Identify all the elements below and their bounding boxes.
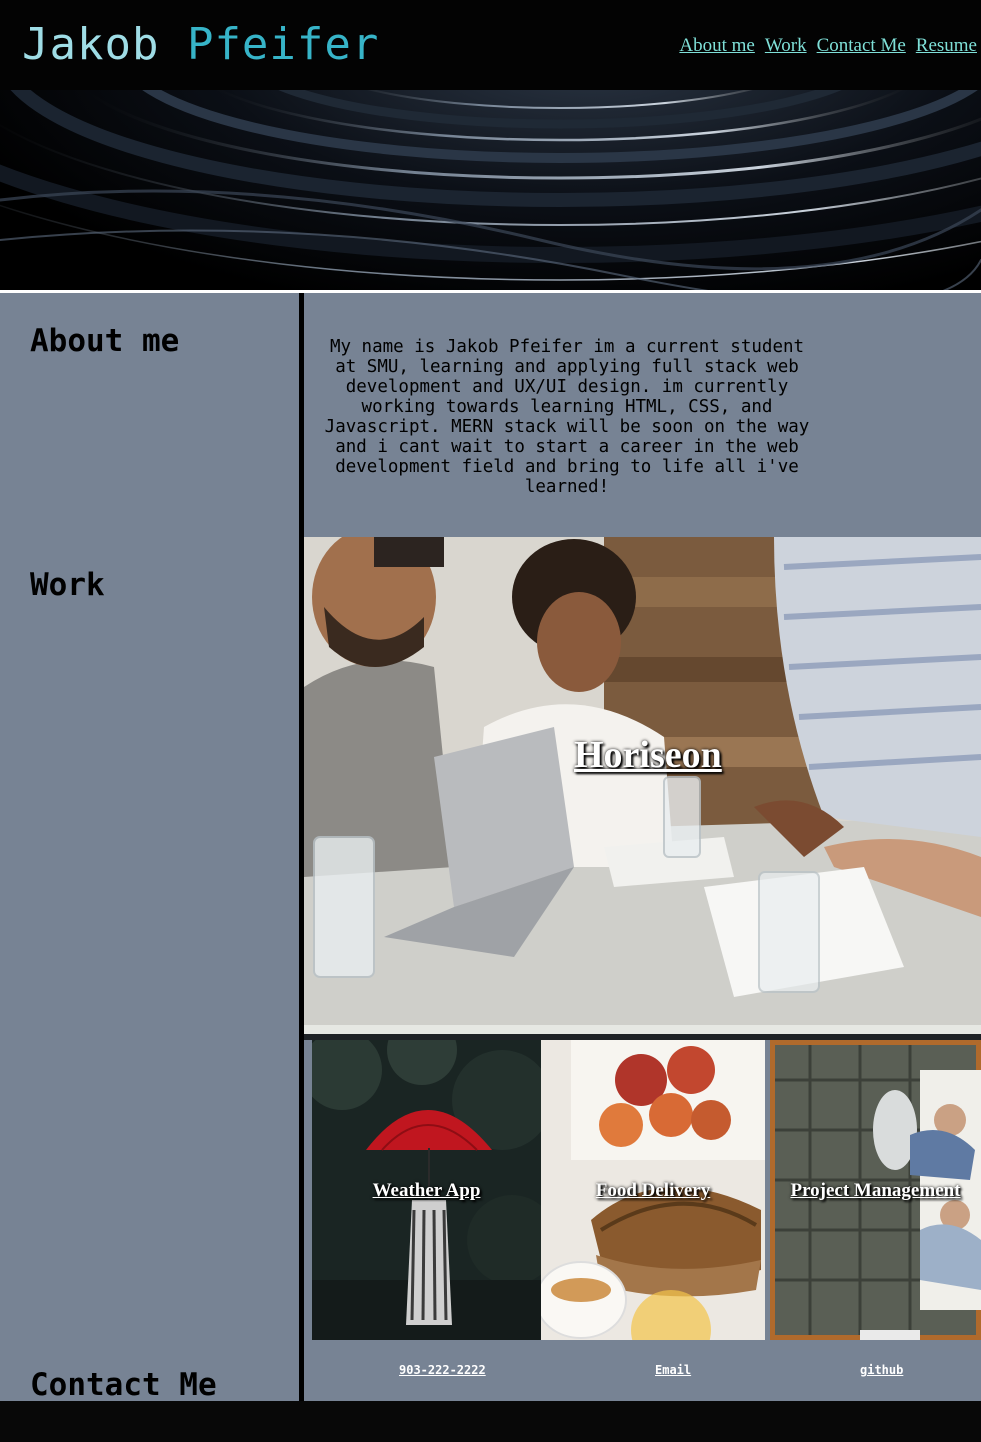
- about-text: My name is Jakob Pfeifer im a current st…: [324, 337, 810, 497]
- nav-link-contact[interactable]: Contact Me: [817, 34, 906, 58]
- site-title-last: Pfeifer: [186, 19, 380, 70]
- site-header: Jakob Pfeifer About me Work Contact Me R…: [0, 0, 981, 90]
- featured-project-link[interactable]: Horiseon: [574, 733, 722, 777]
- nav-link-work[interactable]: Work: [765, 34, 807, 58]
- email-link[interactable]: Email: [655, 1363, 691, 1377]
- project-management-link[interactable]: Project Management: [770, 1180, 981, 1202]
- github-link[interactable]: github: [860, 1363, 903, 1377]
- about-heading: About me: [30, 323, 180, 359]
- sidebar: About me Work Contact Me: [0, 293, 300, 1403]
- phone-link[interactable]: 903-222-2222: [399, 1363, 486, 1377]
- nav-link-resume[interactable]: Resume: [916, 34, 977, 58]
- main-nav: About me Work Contact Me Resume: [679, 34, 977, 58]
- food-delivery-link[interactable]: Food Delivery: [541, 1180, 765, 1202]
- project-card-food-delivery[interactable]: Food Delivery: [541, 1040, 765, 1340]
- work-heading: Work: [30, 567, 105, 603]
- weather-app-link[interactable]: Weather App: [312, 1180, 541, 1202]
- nav-link-about[interactable]: About me: [679, 34, 754, 58]
- featured-project-image: [304, 537, 981, 1034]
- contact-heading: Contact Me: [30, 1367, 217, 1403]
- main-content: My name is Jakob Pfeifer im a current st…: [304, 293, 981, 1401]
- site-title: Jakob Pfeifer: [22, 18, 379, 72]
- project-card-weather-app[interactable]: Weather App: [312, 1040, 541, 1340]
- site-title-first: Jakob: [22, 19, 160, 70]
- featured-project-card[interactable]: Horiseon: [304, 537, 981, 1034]
- contact-links: 903-222-2222 Email github: [304, 1340, 981, 1401]
- project-card-project-management[interactable]: Project Management: [770, 1040, 981, 1340]
- hero-banner-image: [0, 90, 981, 290]
- page-footer: [0, 1401, 981, 1442]
